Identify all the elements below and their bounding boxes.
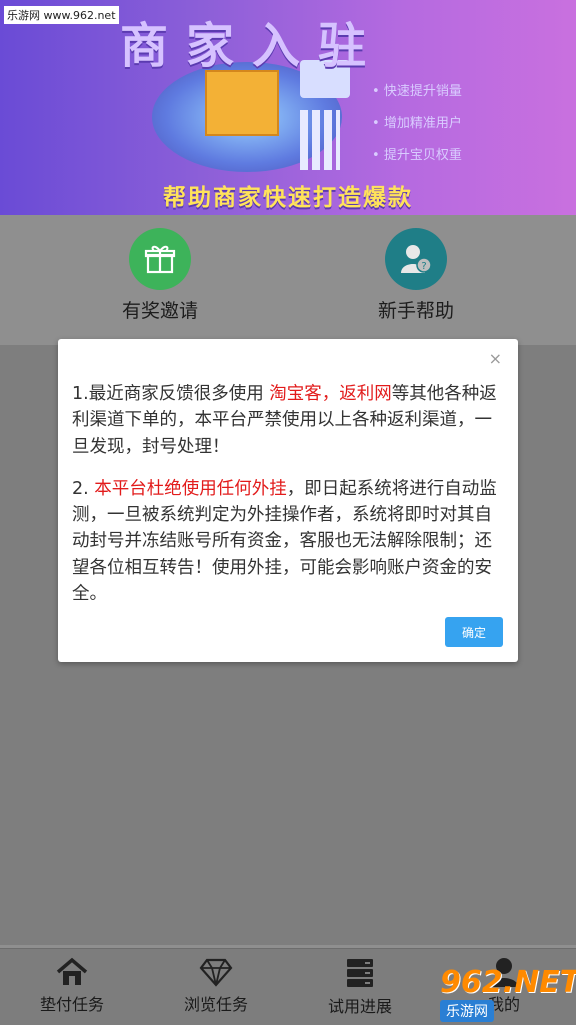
tab-label: 浏览任务 (183, 995, 248, 1014)
banner[interactable]: 商家入驻 • 快速提升销量 • 增加精准用户 • 提升宝贝权重 帮助商家快速打造… (0, 0, 576, 215)
tab-trial-progress[interactable]: 试用进展 (300, 957, 420, 1017)
banner-bars-graphic (300, 110, 340, 170)
beginner-help-button[interactable]: ? 新手帮助 (336, 228, 496, 323)
notice-paragraph-2: 2. 本平台杜绝使用任何外挂，即日起系统将进行自动监测，一旦被系统判定为外挂操作… (72, 478, 497, 604)
home-icon (56, 957, 88, 985)
tab-label: 垫付任务 (39, 995, 104, 1014)
banner-bullet: • 增加精准用户 (372, 116, 462, 131)
notice-paragraph-1: 1.最近商家反馈很多使用 淘宝客，返利网等其他各种返利渠道下单的，本平台严禁使用… (72, 384, 497, 457)
banner-bullet: • 提升宝贝权重 (372, 148, 462, 163)
notice-dialog: × 1.最近商家反馈很多使用 淘宝客，返利网等其他各种返利渠道下单的，本平台严禁… (58, 339, 518, 662)
diamond-icon (199, 958, 233, 987)
tab-advance-tasks[interactable]: 垫付任务 (12, 957, 132, 1015)
invite-reward-label: 有奖邀请 (121, 300, 198, 322)
beginner-help-label: 新手帮助 (377, 300, 454, 322)
banner-bullet: • 快速提升销量 (372, 84, 462, 99)
server-icon (347, 959, 373, 987)
invite-reward-button[interactable]: 有奖邀请 (80, 228, 240, 323)
site-logo: 962.NET 乐游网 (440, 965, 576, 1022)
tab-browse-tasks[interactable]: 浏览任务 (156, 957, 276, 1015)
confirm-button[interactable]: 确定 (445, 617, 503, 647)
watermark: 乐游网 www.962.net (4, 6, 119, 24)
user-help-icon: ? (385, 228, 447, 290)
banner-title: 商家入驻 (120, 18, 385, 74)
banner-box-graphic (205, 70, 279, 136)
svg-text:?: ? (421, 261, 426, 272)
notice-text: 1.最近商家反馈很多使用 淘宝客，返利网等其他各种返利渠道下单的，本平台严禁使用… (72, 381, 504, 623)
gift-icon (129, 228, 191, 290)
tab-label: 试用进展 (327, 997, 392, 1016)
close-icon[interactable]: × (489, 349, 502, 368)
banner-subtitle: 帮助商家快速打造爆款 (163, 185, 413, 211)
